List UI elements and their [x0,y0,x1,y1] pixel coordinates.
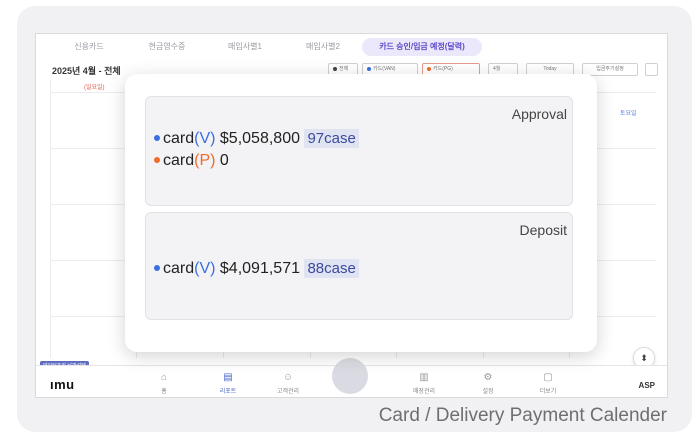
blue-dot-icon [154,264,160,271]
deposit-period-button[interactable]: 입금주기설정 [582,63,638,76]
card-tag: card [163,260,195,277]
tab-cash-receipt[interactable]: 현금영수증 [128,38,206,56]
person-icon: ☺ [282,372,294,383]
nav-settings[interactable]: ⚙ 설정 [468,372,508,395]
more-icon: ▢ [543,372,553,383]
bottom-navigation: ımu ⌂ 홈 ▤ 리포트 ☺ 고객관리 ▥ 매장관리 ⚙ 설정 ▢ 더보기 ASP [36,358,667,397]
card-type: (V) [194,260,216,277]
view-toggle-icon[interactable] [645,63,658,76]
tab-acquirer-1[interactable]: 매입사별1 [206,38,284,56]
amount: $4,091,571 [219,260,300,277]
nav-home[interactable]: ⌂ 홈 [144,372,184,395]
dot-icon [427,66,431,71]
nav-report[interactable]: ▤ 리포트 [208,372,248,395]
home-icon: ⌂ [160,372,168,383]
tab-acquirer-2[interactable]: 매입사별2 [284,38,362,56]
deposit-title: Deposit [519,222,567,238]
deposit-card-v-row: card(V) $4,091,571 88case [154,259,359,278]
dot-icon [333,66,337,71]
card-tag: card [163,152,195,169]
top-tabs: 신용카드 현금영수증 매입사별1 매입사별2 카드 승인/입금 예정(달력) [36,34,667,60]
case-count: 88case [304,259,359,278]
chip-label: 카드(PG) [433,66,453,72]
amount: 0 [219,152,229,169]
month-title: 2025년 4월 - 전체 [52,66,121,76]
report-icon: ▤ [223,372,233,383]
card-type: (P) [194,152,216,169]
asp-label: ASP [638,381,655,390]
approval-card-p-row: card(P) 0 [154,152,229,170]
nav-store[interactable]: ▥ 매장관리 [404,372,444,395]
approval-card-v-row: card(V) $5,058,800 97case [154,129,359,148]
card-tag: card [163,130,195,147]
saturday-header: 토요일 [620,111,637,117]
tab-credit-card[interactable]: 신용카드 [50,38,128,56]
deposit-panel: Deposit card(V) $4,091,571 88case [145,212,573,320]
summary-modal: Approval card(V) $5,058,800 97case card(… [125,74,597,352]
nav-more[interactable]: ▢ 더보기 [528,372,568,395]
chip-label: 전체 [339,66,349,72]
store-icon: ▥ [419,372,429,383]
approval-panel: Approval card(V) $5,058,800 97case card(… [145,96,573,206]
approval-title: Approval [511,106,567,122]
nav-label: 홈 [161,389,167,395]
chip-label: 카드(VAN) [373,66,396,72]
card-type: (V) [194,130,216,147]
nav-customer[interactable]: ☺ 고객관리 [268,372,308,395]
gear-icon: ⚙ [483,372,493,383]
tab-calendar[interactable]: 카드 승인/입금 예정(달력) [362,38,482,56]
orange-dot-icon [154,156,160,163]
sunday-header: (일요일) [84,85,105,91]
caption: Card / Delivery Payment Calender [378,405,667,426]
blue-dot-icon [154,134,160,141]
amount: $5,058,800 [219,130,300,147]
center-action-button[interactable] [332,358,368,394]
nav-label: 설정 [482,389,494,395]
dot-icon [367,66,371,71]
nav-label: 매장관리 [412,389,436,395]
nav-label: 고객관리 [276,389,300,395]
nav-label: 더보기 [539,389,557,395]
case-count: 97case [304,129,359,148]
app-logo: ımu [50,377,75,392]
nav-label: 리포트 [219,389,237,395]
